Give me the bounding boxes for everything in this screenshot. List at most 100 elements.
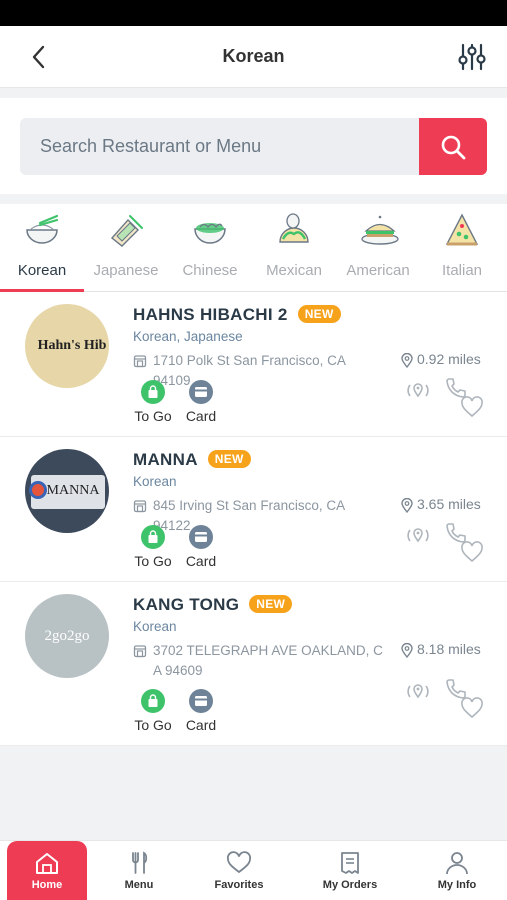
storefront-icon (133, 500, 147, 513)
logo-text: MANNA (46, 483, 100, 498)
tab-label: Home (31, 879, 63, 891)
map-button[interactable] (405, 376, 431, 407)
option-label: To Go (134, 717, 172, 733)
tab-label: Favorites (214, 879, 264, 891)
credit-card-icon (189, 525, 213, 549)
map-button[interactable] (405, 677, 431, 708)
restaurant-distance-row: 8.18 miles (401, 641, 481, 658)
logo-text: 2go2go (44, 627, 90, 644)
category-label: Italian (441, 262, 483, 279)
tab-label: My Info (437, 879, 477, 891)
tab-label: Menu (124, 879, 154, 891)
restaurant-logo: 2go2go (25, 594, 109, 678)
restaurant-address: 3702 TELEGRAPH AVE OAKLAND, CA 94609 (153, 643, 383, 678)
new-badge: NEW (207, 450, 251, 468)
restaurant-distance: 8.18 miles (417, 641, 481, 657)
credit-card-icon (189, 380, 213, 404)
restaurant-card-hahns-hibachi-2[interactable]: Hahn's Hib HAHNS HIBACHI 2 NEW Korean, Ja… (0, 292, 507, 437)
restaurant-distance: 3.65 miles (417, 496, 481, 512)
location-pin-icon (401, 643, 413, 658)
restaurant-distance: 0.92 miles (417, 351, 481, 367)
bottom-tab-bar: Home Menu Favorites My Orders My Info (0, 840, 507, 900)
storefront-icon (133, 645, 147, 658)
restaurant-distance-row: 0.92 miles (401, 351, 481, 368)
restaurant-logo: MANNA (25, 449, 109, 533)
heart-icon (461, 541, 483, 563)
option-to-go: To Go (133, 525, 173, 569)
favorite-button[interactable] (460, 697, 484, 724)
bag-icon (141, 525, 165, 549)
option-label: Card (185, 717, 217, 733)
location-pin-icon (401, 353, 413, 368)
tab-menu[interactable]: Menu (99, 841, 179, 900)
category-korean[interactable]: Korean (0, 204, 84, 292)
option-card: Card (181, 689, 221, 733)
category-label: Chinese (182, 262, 238, 279)
restaurant-card-manna[interactable]: MANNA MANNA NEW Korean 845 Irving St San … (0, 437, 507, 582)
heart-icon (461, 396, 483, 418)
favorite-button[interactable] (460, 396, 484, 423)
category-japanese[interactable]: Japanese (84, 204, 168, 292)
restaurant-name-row: KANG TONG NEW (133, 595, 293, 615)
category-mexican[interactable]: Mexican (252, 204, 336, 292)
option-label: Card (185, 408, 217, 424)
storefront-icon (133, 355, 147, 368)
category-label: Mexican (266, 262, 322, 279)
category-label: American (346, 262, 410, 279)
search-section (0, 98, 507, 194)
search-input[interactable] (20, 118, 420, 175)
option-label: To Go (134, 408, 172, 424)
filter-button[interactable] (457, 42, 487, 72)
map-pin-circle-icon (407, 383, 429, 398)
map-button[interactable] (405, 521, 431, 552)
tab-label: My Orders (322, 879, 378, 891)
category-italian[interactable]: Italian (420, 204, 504, 292)
home-icon (36, 853, 58, 874)
person-icon (446, 852, 468, 875)
sliders-icon (458, 43, 486, 71)
favorite-button[interactable] (460, 541, 484, 568)
tab-favorites[interactable]: Favorites (199, 841, 279, 900)
restaurant-name: MANNA (133, 450, 198, 469)
restaurant-card-kang-tong[interactable]: 2go2go KANG TONG NEW Korean 3702 TELEGRAP… (0, 582, 507, 746)
bag-icon (141, 689, 165, 713)
fork-knife-icon (132, 851, 148, 874)
option-to-go: To Go (133, 689, 173, 733)
logo-mark (29, 481, 47, 499)
receipt-icon (341, 852, 359, 874)
bag-icon (141, 380, 165, 404)
noodle-bowl-icon (194, 223, 226, 244)
tab-my-info[interactable]: My Info (417, 841, 497, 900)
tab-my-orders[interactable]: My Orders (310, 841, 390, 900)
credit-card-icon (189, 689, 213, 713)
option-label: To Go (134, 553, 172, 569)
sushi-icon (110, 215, 143, 247)
restaurant-name-row: MANNA NEW (133, 450, 251, 470)
pizza-slice-icon (445, 213, 479, 246)
location-pin-icon (401, 498, 413, 513)
map-pin-circle-icon (407, 528, 429, 543)
logo-text: Hahn's Hib (37, 338, 107, 353)
heart-icon (461, 697, 483, 719)
heart-icon (227, 851, 251, 874)
taco-icon (279, 213, 309, 243)
search-button[interactable] (419, 118, 487, 175)
category-label: Japanese (93, 262, 159, 279)
category-label: Korean (17, 262, 67, 279)
restaurant-address-row: 3702 TELEGRAPH AVE OAKLAND, CA 94609 (133, 641, 385, 681)
restaurant-name: HAHNS HIBACHI 2 (133, 305, 288, 324)
restaurant-name: KANG TONG (133, 595, 240, 614)
search-icon (441, 135, 466, 159)
restaurant-cuisine: Korean (133, 474, 177, 489)
tab-home[interactable]: Home (7, 841, 87, 900)
category-chinese[interactable]: Chinese (168, 204, 252, 292)
top-bar: Korean (0, 26, 507, 88)
restaurant-cuisine: Korean, Japanese (133, 329, 243, 344)
category-american[interactable]: American (336, 204, 420, 292)
restaurant-name-row: HAHNS HIBACHI 2 NEW (133, 305, 341, 325)
option-card: Card (181, 525, 221, 569)
status-bar (0, 0, 507, 26)
page-title: Korean (222, 46, 285, 66)
restaurant-cuisine: Korean (133, 619, 177, 634)
option-card: Card (181, 380, 221, 424)
